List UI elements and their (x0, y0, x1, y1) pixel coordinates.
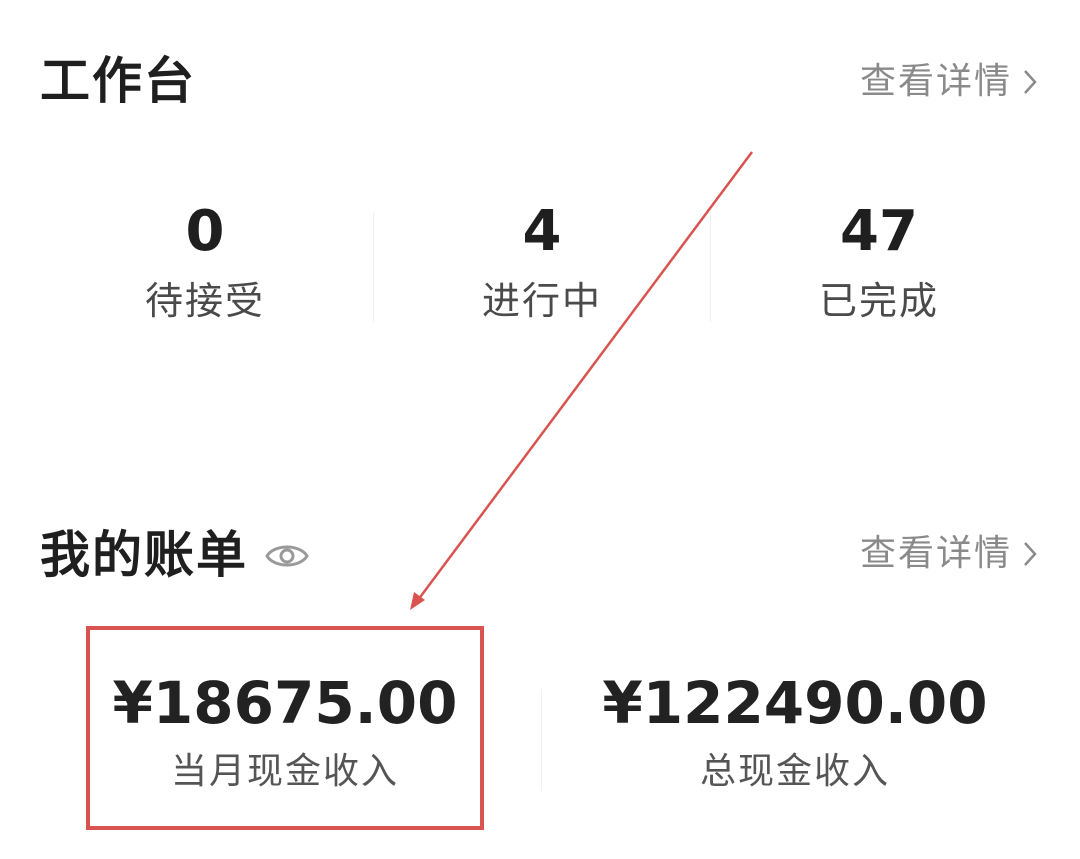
total-cash-income-value: ¥122490.00 (602, 669, 988, 737)
stat-in-progress[interactable]: 4 进行中 (442, 199, 642, 323)
stat-in-progress-value: 4 (522, 199, 562, 264)
stat-pending[interactable]: 0 待接受 (105, 199, 305, 323)
stat-completed-value: 47 (840, 199, 918, 264)
workbench-details-label: 查看详情 (859, 61, 1012, 102)
bill-title: 我的账单 (40, 526, 248, 584)
total-cash-income-label: 总现金收入 (699, 751, 890, 792)
stat-pending-label: 待接受 (144, 279, 265, 323)
annotation-highlight-box (86, 626, 484, 830)
total-cash-income[interactable]: ¥122490.00 总现金收入 (600, 674, 990, 790)
stat-divider (710, 212, 711, 322)
workbench-details-link[interactable]: 查看详情 (860, 64, 1038, 100)
stat-in-progress-label: 进行中 (481, 279, 602, 323)
bill-details-label: 查看详情 (859, 533, 1012, 574)
bill-details-link[interactable]: 查看详情 (860, 536, 1038, 572)
stat-pending-value: 0 (185, 199, 225, 264)
workbench-title: 工作台 (40, 52, 196, 110)
chevron-right-icon (1024, 70, 1037, 94)
chevron-right-icon (1024, 542, 1037, 566)
bill-divider (541, 690, 542, 790)
stat-completed-label: 已完成 (818, 279, 939, 323)
stat-completed[interactable]: 47 已完成 (779, 199, 979, 323)
stat-divider (373, 212, 374, 322)
eye-icon[interactable] (264, 540, 310, 572)
